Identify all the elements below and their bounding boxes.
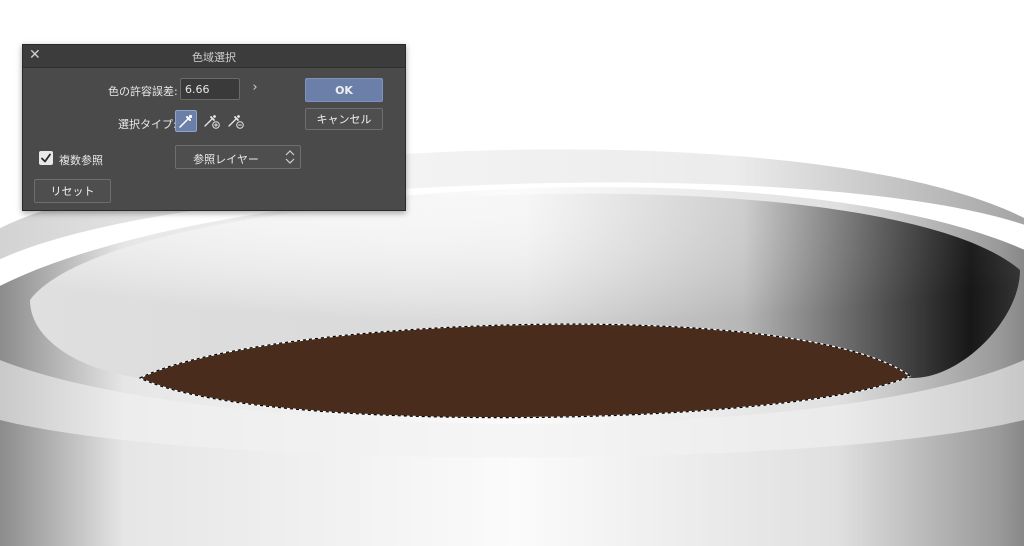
multi-ref-label: 複数参照	[59, 154, 103, 167]
add-selection-button[interactable]	[201, 110, 223, 132]
dialog-titlebar[interactable]: ✕ 色域選択	[23, 45, 405, 68]
chevron-updown-icon	[285, 150, 295, 164]
eyedropper-icon	[179, 114, 193, 128]
subtract-selection-button[interactable]	[225, 110, 247, 132]
tolerance-input[interactable]	[180, 78, 240, 100]
color-range-dialog: ✕ 色域選択 色の許容誤差: › OK キャンセル 選択タイプ:	[22, 44, 406, 211]
multi-ref-checkbox[interactable]	[39, 151, 53, 165]
new-selection-button[interactable]	[175, 110, 197, 132]
reference-layer-select[interactable]: 参照レイヤー	[175, 145, 301, 169]
checkmark-icon	[41, 153, 51, 163]
ok-button[interactable]: OK	[305, 78, 383, 102]
reset-button[interactable]: リセット	[34, 179, 111, 203]
eyedropper-minus-icon	[228, 115, 244, 129]
tolerance-label: 色の許容誤差:	[108, 85, 178, 98]
chevron-right-icon[interactable]: ›	[249, 80, 261, 96]
cancel-button[interactable]: キャンセル	[305, 108, 383, 130]
dialog-title: 色域選択	[192, 51, 236, 64]
eyedropper-plus-icon	[204, 115, 220, 129]
select-type-label: 選択タイプ:	[118, 118, 177, 131]
reference-layer-value: 参照レイヤー	[193, 153, 259, 166]
